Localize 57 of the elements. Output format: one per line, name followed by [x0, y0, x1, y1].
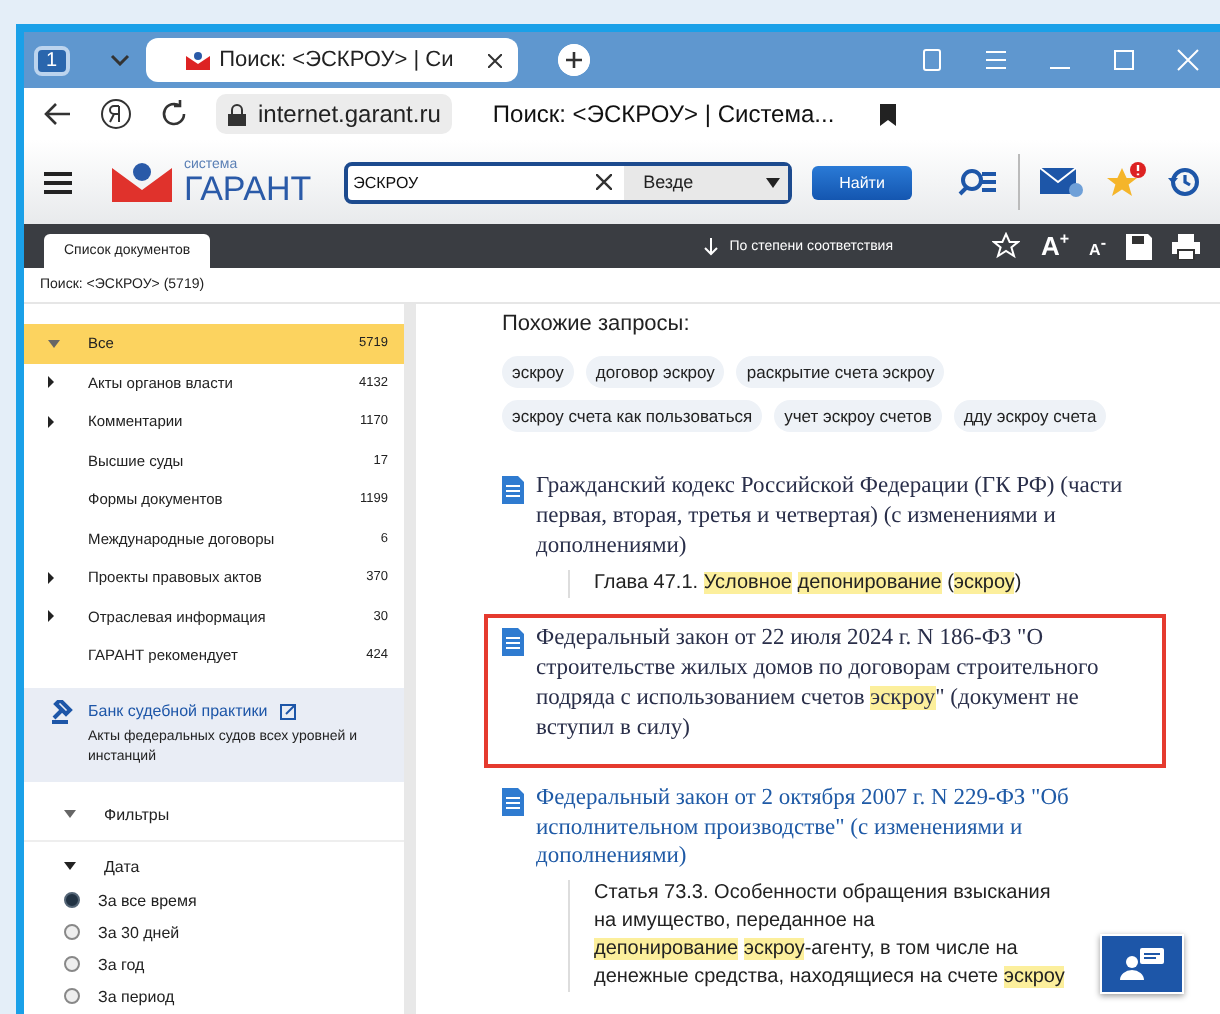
- date-radio-option[interactable]: За 30 дней: [24, 917, 404, 949]
- search-field[interactable]: ЭСКРОУ Везде: [343, 161, 792, 203]
- date-filter-toggle[interactable]: Дата: [24, 841, 404, 885]
- new-tab-button[interactable]: [557, 44, 590, 76]
- similar-queries-title: Похожие запросы:: [502, 312, 692, 336]
- down-arrow-icon: [703, 237, 718, 255]
- history-icon[interactable]: [1168, 166, 1200, 198]
- clear-icon[interactable]: [595, 174, 612, 190]
- logo-text: ГАРАНТ: [184, 172, 312, 206]
- document-link[interactable]: Гражданский кодекс Российской Федерации (ГК РФ) (части первая, вторая, третья и четвертая) (с изменениями и дополнениями): [536, 472, 1162, 562]
- consultant-icon: [1120, 948, 1164, 980]
- reload-icon[interactable]: [160, 100, 188, 128]
- document-link[interactable]: Федеральный закон от 2 октября 2007 г. N 229-ФЗ "Об исполнительном производстве" (с изменениями и дополнениями): [536, 783, 1162, 873]
- caret-icon[interactable]: [765, 177, 780, 187]
- bookmark-icon[interactable]: [880, 103, 897, 125]
- back-icon[interactable]: [44, 102, 72, 126]
- chevron-down-icon[interactable]: [109, 54, 130, 66]
- date-radio-option[interactable]: За все время: [24, 885, 404, 917]
- tab-counter[interactable]: 1: [34, 45, 70, 75]
- document-icon: [502, 787, 524, 816]
- query-chip[interactable]: учет эскроу счетов: [774, 400, 942, 432]
- external-link-icon[interactable]: [279, 703, 296, 719]
- query-chip[interactable]: раскрытие счета эскроу: [736, 356, 945, 388]
- search-list-icon[interactable]: [958, 168, 998, 196]
- court-practice-link[interactable]: Банк судебной практики: [88, 702, 268, 720]
- address-field[interactable]: internet.garant.ru: [216, 94, 453, 134]
- lock-icon: [228, 103, 246, 125]
- date-radio-option[interactable]: За год: [24, 949, 404, 981]
- browser-tab[interactable]: Поиск: <ЭСКРОУ> | Си: [145, 38, 518, 82]
- result-snippet[interactable]: Глава 47.1. Условное депонирование (эскроу): [568, 569, 1066, 598]
- document-icon: [502, 627, 524, 656]
- save-icon[interactable]: [1126, 233, 1152, 259]
- query-chip[interactable]: дду эскроу счета: [953, 400, 1107, 432]
- print-icon[interactable]: [1172, 233, 1200, 259]
- star-search-icon[interactable]: [992, 232, 1021, 260]
- query-chip[interactable]: эскроу счета как пользоваться: [502, 400, 763, 432]
- browser-logo-icon[interactable]: [100, 98, 132, 130]
- star-with-alert-icon[interactable]: [1104, 162, 1148, 202]
- chat-button[interactable]: [1100, 934, 1184, 994]
- mail-icon[interactable]: [1040, 166, 1084, 198]
- maximize-icon[interactable]: [1112, 48, 1136, 72]
- bookmarks-icon[interactable]: [920, 48, 944, 72]
- date-radio-option[interactable]: За период: [24, 981, 404, 1013]
- close-icon[interactable]: [487, 53, 502, 67]
- page-title: Поиск: <ЭСКРОУ> | Система...: [492, 100, 837, 128]
- menu-icon[interactable]: [44, 171, 72, 193]
- result-snippet[interactable]: Статья 73.3. Особенности обращения взыскания на имущество, переданное на депонирование эскроу-агенту, в том числе на денежные средства, находящиеся на счете эскроу: [568, 880, 1066, 993]
- filters-toggle[interactable]: Фильтры: [24, 781, 404, 841]
- search-button[interactable]: Найти: [811, 165, 913, 199]
- envelope-logo-icon: [112, 162, 172, 202]
- query-chip[interactable]: эскроу: [502, 356, 574, 388]
- query-chip[interactable]: договор эскроу: [585, 356, 725, 388]
- gavel-icon: [52, 699, 76, 723]
- scope-dropdown[interactable]: Везде: [623, 165, 788, 199]
- logo-icon: [185, 51, 210, 69]
- document-icon: [502, 476, 524, 504]
- font-increase-button[interactable]: A$^{+}$: [1040, 230, 1070, 262]
